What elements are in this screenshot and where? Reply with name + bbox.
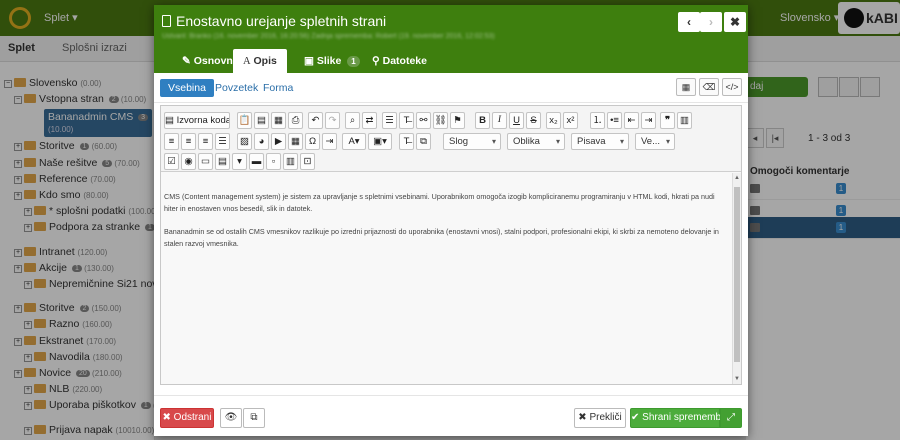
- modal-meta: Ustvaril: Branko (16. november 2016, 16:…: [162, 33, 495, 40]
- align-left-icon[interactable]: ≡: [164, 133, 179, 150]
- format-select[interactable]: Oblika: [507, 133, 565, 150]
- clear-format-icon[interactable]: T̶: [399, 133, 414, 150]
- paste-text-icon[interactable]: ▤: [254, 112, 269, 129]
- redo-icon[interactable]: ↷: [325, 112, 340, 129]
- align-center-icon[interactable]: ≡: [181, 133, 196, 150]
- modal-footer: ✖ Odstrani 👁 ⧉ ✖ Prekliči ✔ Shrani sprem…: [154, 395, 748, 436]
- font-size-select[interactable]: Ve...: [635, 133, 675, 150]
- image-button-icon[interactable]: ▫: [266, 153, 281, 170]
- modal-header: Enostavno urejanje spletnih strani Ustva…: [154, 5, 748, 73]
- font-icon: A: [243, 56, 251, 67]
- source-code-label: Izvorna koda: [176, 115, 230, 126]
- blockquote-icon[interactable]: ❞: [660, 112, 675, 129]
- content-paragraph: Bananadmin se od ostalih CMS vmesnikov r…: [164, 227, 719, 248]
- tab-label: Datoteke: [382, 55, 427, 67]
- table-icon[interactable]: ▦: [676, 78, 696, 96]
- select-field-icon[interactable]: ▾: [232, 153, 247, 170]
- special-char-icon[interactable]: Ω: [305, 133, 320, 150]
- next-document-button[interactable]: ›: [700, 12, 722, 32]
- tab-slike[interactable]: ▣ Slike 1: [294, 49, 370, 73]
- tab-label: Opis: [253, 55, 277, 67]
- scroll-thumb[interactable]: [734, 187, 740, 362]
- unlink-icon[interactable]: ⛓: [433, 112, 448, 129]
- text-color-button[interactable]: A▾: [342, 133, 366, 150]
- tab-opis[interactable]: A Opis: [233, 49, 287, 73]
- cancel-button[interactable]: ✖ Prekliči: [574, 408, 626, 428]
- remove-format-icon[interactable]: T̶: [399, 112, 414, 129]
- flash-icon[interactable]: ◕: [254, 133, 269, 150]
- subscript-button[interactable]: x₂: [546, 112, 561, 129]
- subtab-forma[interactable]: Forma: [255, 79, 301, 97]
- page-break-icon[interactable]: ⇥: [322, 133, 337, 150]
- editor-scrollbar[interactable]: ▲ ▼: [732, 173, 741, 384]
- textarea-icon[interactable]: ▤: [215, 153, 230, 170]
- radio-field-icon[interactable]: ◉: [181, 153, 196, 170]
- previous-document-button[interactable]: ‹: [678, 12, 700, 32]
- underline-button[interactable]: U: [509, 112, 524, 129]
- close-modal-button[interactable]: ✖: [724, 12, 746, 32]
- form-icon[interactable]: ⊡: [300, 153, 315, 170]
- modal-title: Enostavno urejanje spletnih strani: [176, 13, 387, 29]
- images-count-badge: 1: [347, 56, 360, 67]
- paste-icon[interactable]: 📋: [237, 112, 252, 129]
- align-justify-icon[interactable]: ☰: [215, 133, 230, 150]
- button-field-icon[interactable]: ▬: [249, 153, 264, 170]
- subtab-vsebina[interactable]: Vsebina: [160, 79, 214, 97]
- indent-icon[interactable]: ⇥: [641, 112, 656, 129]
- preview-eye-icon[interactable]: 👁: [220, 408, 242, 428]
- checkbox-field-icon[interactable]: ☑: [164, 153, 179, 170]
- scroll-up-icon[interactable]: ▲: [734, 175, 740, 181]
- background-color-button[interactable]: ▣▾: [368, 133, 392, 150]
- superscript-button[interactable]: x²: [563, 112, 578, 129]
- copy-format-icon[interactable]: ⧉: [416, 133, 431, 150]
- content-paragraph: CMS (Content management system) je siste…: [164, 192, 715, 213]
- font-select[interactable]: Pisava: [571, 133, 629, 150]
- source-code-button[interactable]: ▤ Izvorna koda: [164, 112, 230, 129]
- scroll-down-icon[interactable]: ▼: [734, 376, 740, 382]
- image-insert-icon[interactable]: ▨: [237, 133, 252, 150]
- pencil-icon: ✎: [182, 55, 191, 67]
- align-right-icon[interactable]: ≡: [198, 133, 213, 150]
- tab-label: Slike: [316, 55, 342, 67]
- document-icon: [162, 15, 171, 27]
- paperclip-icon: ⚲: [372, 55, 380, 67]
- image-icon: ▣: [304, 55, 314, 67]
- find-icon[interactable]: ⌕: [345, 112, 360, 129]
- undo-icon[interactable]: ↶: [308, 112, 323, 129]
- italic-button[interactable]: I: [492, 112, 507, 129]
- content-subtabs: Vsebina Povzetek Forma ▦ ⌫ </>: [154, 73, 748, 103]
- bold-button[interactable]: B: [475, 112, 490, 129]
- anchor-flag-icon[interactable]: ⚑: [450, 112, 465, 129]
- hidden-field-icon[interactable]: ▥: [283, 153, 298, 170]
- paste-word-icon[interactable]: ▦: [271, 112, 286, 129]
- code-icon[interactable]: </>: [722, 78, 742, 96]
- bulleted-list-icon[interactable]: •≡: [607, 112, 622, 129]
- delete-button[interactable]: ✖ Odstrani: [160, 408, 214, 428]
- div-container-icon[interactable]: ▥: [677, 112, 692, 129]
- rich-text-editor: ▤ Izvorna koda 📋 ▤ ▦ ⎙ ↶ ↷ ⌕ ⇄ ☰ T̶ ⚯ ⛓ …: [160, 105, 742, 385]
- textfield-icon[interactable]: ▭: [198, 153, 213, 170]
- select-all-icon[interactable]: ☰: [382, 112, 397, 129]
- style-select[interactable]: Slog: [443, 133, 501, 150]
- video-icon[interactable]: ▶: [271, 133, 286, 150]
- editor-content[interactable]: CMS (Content management system) je siste…: [161, 173, 732, 384]
- table-insert-icon[interactable]: ▦: [288, 133, 303, 150]
- strikethrough-button[interactable]: S: [526, 112, 541, 129]
- numbered-list-icon[interactable]: ⒈: [590, 112, 605, 129]
- eraser-icon[interactable]: ⌫: [699, 78, 719, 96]
- outdent-icon[interactable]: ⇤: [624, 112, 639, 129]
- editor-toolbar: ▤ Izvorna koda 📋 ▤ ▦ ⎙ ↶ ↷ ⌕ ⇄ ☰ T̶ ⚯ ⛓ …: [161, 106, 741, 172]
- tab-datoteke[interactable]: ⚲ Datoteke: [362, 49, 437, 73]
- print-icon[interactable]: ⎙: [288, 112, 303, 129]
- edit-page-modal: Enostavno urejanje spletnih strani Ustva…: [154, 5, 748, 436]
- save-changes-button[interactable]: ✔ Shrani spremembe: [630, 408, 727, 428]
- save-options-icon[interactable]: ⤢: [720, 408, 742, 428]
- copy-icon[interactable]: ⧉: [243, 408, 265, 428]
- replace-icon[interactable]: ⇄: [362, 112, 377, 129]
- link-icon[interactable]: ⚯: [416, 112, 431, 129]
